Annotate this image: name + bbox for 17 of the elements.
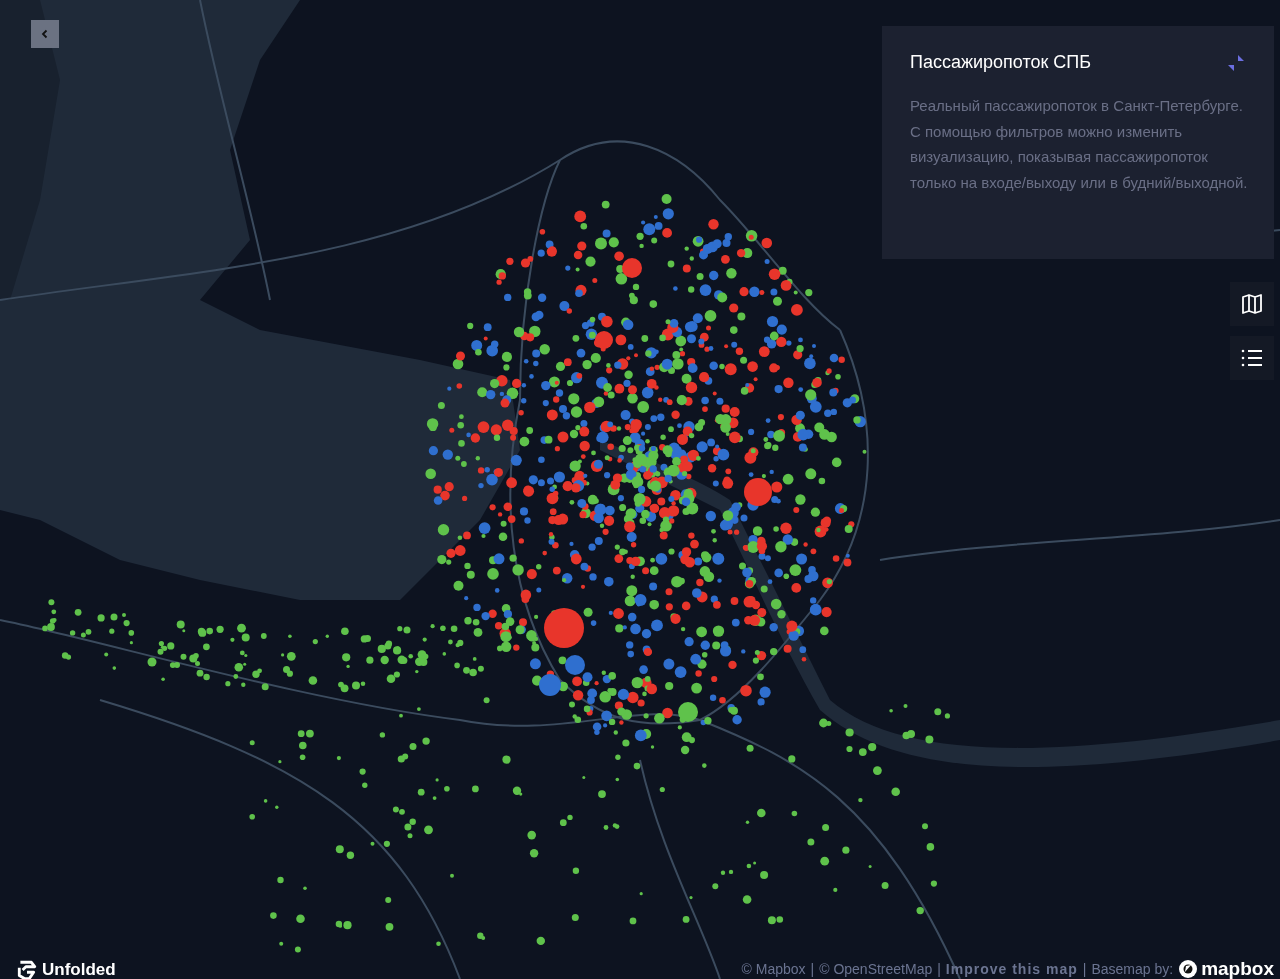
attribution-link[interactable]: © Mapbox <box>741 958 806 979</box>
basemap-label: Basemap by: <box>1091 960 1174 979</box>
separator: | <box>1082 960 1087 979</box>
collapse-icon[interactable] <box>1226 52 1246 73</box>
legend-list-button[interactable] <box>1230 336 1274 380</box>
improve-map-link[interactable]: Improve this map <box>945 958 1078 979</box>
back-button[interactable] <box>31 20 59 48</box>
separator: | <box>937 960 941 979</box>
panel-description: Реальный пассажиропоток в Санкт-Петербурге. С помощью фильтров можно изменить визуализацию, показывая пассажиропоток только на входе/выходу или в будний/выходной. <box>910 96 1249 193</box>
map-layers-button[interactable] <box>1230 282 1274 326</box>
panel-title: Пассажиропоток СПБ <box>910 52 1092 73</box>
map-icon <box>1240 292 1264 316</box>
mapbox-logo[interactable]: mapbox <box>1178 958 1274 979</box>
attribution-link[interactable]: © OpenStreetMap <box>819 958 933 979</box>
unfolded-logo[interactable]: Unfolded <box>16 959 116 979</box>
separator: | <box>810 960 815 979</box>
chevron-left-icon <box>40 29 50 39</box>
